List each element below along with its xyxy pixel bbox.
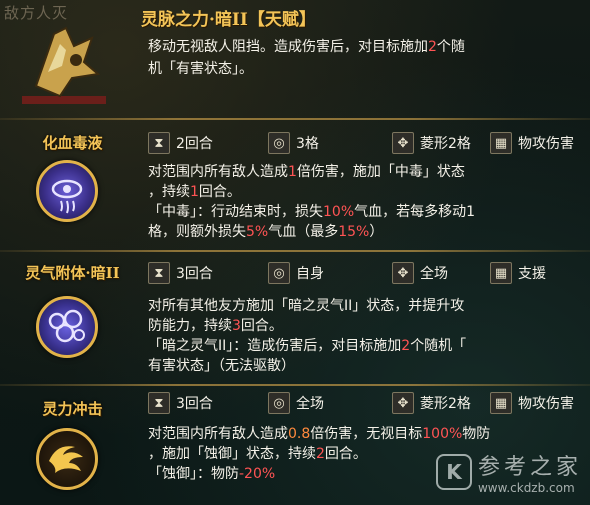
aura-skill-icon[interactable]: [36, 296, 98, 358]
skill-stats: ⧗ 2回合 ◎ 3格 ✥ 菱形2格 ▦ 物攻伤害: [138, 128, 590, 158]
grid-icon: ▦: [490, 392, 512, 414]
type-value: 物攻伤害: [518, 396, 574, 412]
cooldown-value: 2回合: [176, 136, 213, 152]
skill-name: 灵气附体·暗II: [25, 264, 120, 282]
grid-icon: ▦: [490, 132, 512, 154]
target-icon: ✥: [392, 132, 414, 154]
watermark: K 参考之家 www.ckdzb.com: [435, 449, 582, 495]
type-value: 支援: [518, 266, 546, 282]
cooldown-value: 3回合: [176, 396, 213, 412]
watermark-logo-icon: K: [435, 454, 472, 490]
hourglass-icon: ⧗: [148, 262, 170, 284]
range-value: 3格: [296, 136, 319, 152]
area-value: 全场: [420, 266, 448, 282]
area-value: 菱形2格: [420, 396, 471, 412]
skill-stats: ⧗ 3回合 ◎ 自身 ✥ 全场 ▦ 支援: [138, 258, 590, 288]
range-icon: ◎: [268, 262, 290, 284]
skill-name: 化血毒液: [42, 134, 103, 152]
row-divider: [0, 250, 590, 252]
skill-name: 灵力冲击: [42, 400, 103, 418]
target-icon: ✥: [392, 262, 414, 284]
watermark-url: www.ckdzb.com: [477, 481, 575, 495]
range-value: 自身: [296, 266, 324, 282]
talent-title: 灵脉之力·暗II【天赋】: [141, 10, 316, 30]
range-icon: ◎: [268, 132, 290, 154]
area-value: 菱形2格: [420, 136, 471, 152]
hourglass-icon: ⧗: [148, 132, 170, 154]
poison-skill-icon[interactable]: [36, 160, 98, 222]
range-icon: ◎: [268, 392, 290, 414]
cooldown-value: 3回合: [176, 266, 213, 282]
talent-description: 移动无视敌人阻挡。造成伤害后，对目标施加2个随 机「有害状态」。: [148, 39, 465, 77]
type-value: 物攻伤害: [518, 136, 574, 152]
skill-stats: ⧗ 3回合 ◎ 全场 ✥ 菱形2格 ▦ 物攻伤害: [138, 388, 590, 418]
row-divider: [0, 384, 590, 386]
range-value: 全场: [296, 396, 324, 412]
watermark-text: 参考之家: [477, 455, 582, 480]
grid-icon: ▦: [490, 262, 512, 284]
talent-emblem-icon: [14, 16, 114, 108]
target-icon: ✥: [392, 392, 414, 414]
impact-skill-icon[interactable]: [36, 428, 98, 490]
row-divider: [0, 118, 590, 120]
skill-description: 对范围内所有敌人造成1倍伤害，施加「中毒」状态 ，持续1回合。 「中毒」：行动结…: [148, 164, 476, 238]
skill-description: 对所有其他友方施加「暗之灵气II」状态，并提升攻 防能力，持续3回合。 「暗之灵…: [148, 298, 467, 372]
hourglass-icon: ⧗: [148, 392, 170, 414]
